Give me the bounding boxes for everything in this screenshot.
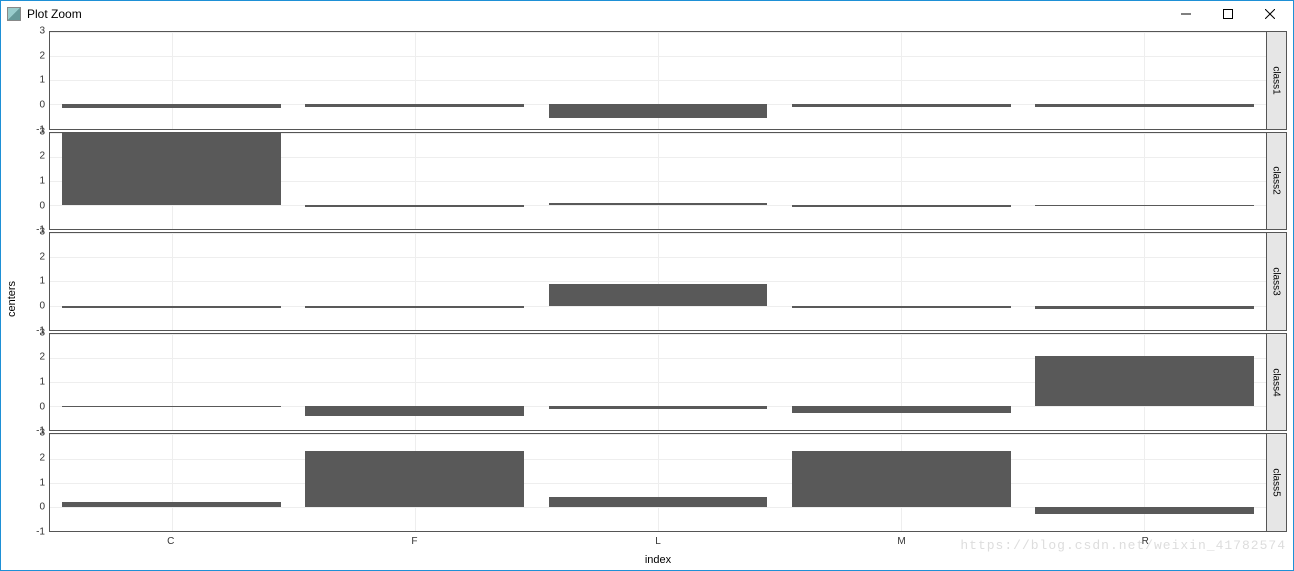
y-tick: 1 (39, 175, 45, 186)
plot-area: centers -10123class1-10123class2-10123cl… (1, 27, 1293, 570)
x-axis: C F L M Rindex (49, 534, 1267, 566)
bar (305, 406, 524, 416)
facet-label: class1 (1271, 66, 1282, 94)
y-tick: 2 (39, 50, 45, 61)
bar (549, 203, 768, 205)
y-tick: -1 (36, 526, 45, 537)
x-axis-row: C F L M Rindex (21, 534, 1287, 566)
plot-zoom-window: Plot Zoom centers -10123class1-10123clas… (0, 0, 1294, 571)
bar (549, 406, 768, 408)
y-tick: 2 (39, 453, 45, 464)
y-tick: 3 (39, 428, 45, 439)
bar (549, 104, 768, 118)
y-tick: 1 (39, 477, 45, 488)
window-title: Plot Zoom (27, 7, 82, 21)
x-tick: C (167, 536, 174, 547)
y-tick: 0 (39, 200, 45, 211)
facet-row: -10123class3 (21, 232, 1287, 331)
chart-panel (49, 333, 1267, 432)
close-button[interactable] (1249, 2, 1291, 26)
bar (305, 306, 524, 308)
bar (792, 306, 1011, 308)
bar (1035, 356, 1254, 407)
chart-panel (49, 132, 1267, 231)
y-tick: 2 (39, 151, 45, 162)
y-axis: -10123 (21, 132, 49, 231)
x-axis-label: index (645, 554, 671, 566)
chart-panel (49, 232, 1267, 331)
chart-panel (49, 433, 1267, 532)
facet-row: -10123class4 (21, 333, 1287, 432)
x-tick: M (897, 536, 905, 547)
bar (305, 205, 524, 207)
facet-strip: class3 (1267, 232, 1287, 331)
y-tick: 3 (39, 227, 45, 238)
facet-strip: class2 (1267, 132, 1287, 231)
bar (1035, 507, 1254, 514)
y-tick: 1 (39, 75, 45, 86)
y-tick: 3 (39, 26, 45, 37)
facet-column: -10123class1-10123class2-10123class3-101… (21, 31, 1287, 566)
facet-label: class2 (1271, 167, 1282, 195)
chart-panel (49, 31, 1267, 130)
facet-strip: class1 (1267, 31, 1287, 130)
bar (305, 451, 524, 507)
minimize-button[interactable] (1165, 2, 1207, 26)
y-axis-label: centers (6, 280, 18, 316)
y-tick: 0 (39, 401, 45, 412)
y-tick: 1 (39, 377, 45, 388)
facet-row: -10123class2 (21, 132, 1287, 231)
maximize-button[interactable] (1207, 2, 1249, 26)
bar (1035, 104, 1254, 106)
x-tick: L (655, 536, 661, 547)
bar (305, 104, 524, 106)
bar (1035, 306, 1254, 309)
bar (62, 306, 281, 308)
y-tick: 3 (39, 327, 45, 338)
facet-label: class5 (1271, 468, 1282, 496)
facet-label: class3 (1271, 267, 1282, 295)
facet-row: -10123class1 (21, 31, 1287, 130)
app-icon (7, 7, 21, 21)
y-axis: -10123 (21, 333, 49, 432)
x-tick: R (1142, 536, 1149, 547)
y-axis: -10123 (21, 31, 49, 130)
bar (792, 451, 1011, 507)
bar (792, 205, 1011, 207)
bar (62, 133, 281, 205)
bar (549, 284, 768, 306)
y-tick: 3 (39, 126, 45, 137)
bar (62, 104, 281, 108)
bar (792, 104, 1011, 106)
facet-strip: class4 (1267, 333, 1287, 432)
window-controls (1165, 2, 1291, 26)
x-tick: F (411, 536, 417, 547)
y-tick: 2 (39, 251, 45, 262)
bar (62, 502, 281, 507)
y-axis: -10123 (21, 232, 49, 331)
y-tick: 1 (39, 276, 45, 287)
y-tick: 0 (39, 301, 45, 312)
bar (549, 497, 768, 507)
bar (792, 406, 1011, 413)
y-axis: -10123 (21, 433, 49, 532)
facet-strip: class5 (1267, 433, 1287, 532)
y-tick: 0 (39, 502, 45, 513)
y-tick: 2 (39, 352, 45, 363)
title-bar: Plot Zoom (1, 1, 1293, 27)
facet-row: -10123class5 (21, 433, 1287, 532)
y-tick: 0 (39, 99, 45, 110)
facet-label: class4 (1271, 368, 1282, 396)
